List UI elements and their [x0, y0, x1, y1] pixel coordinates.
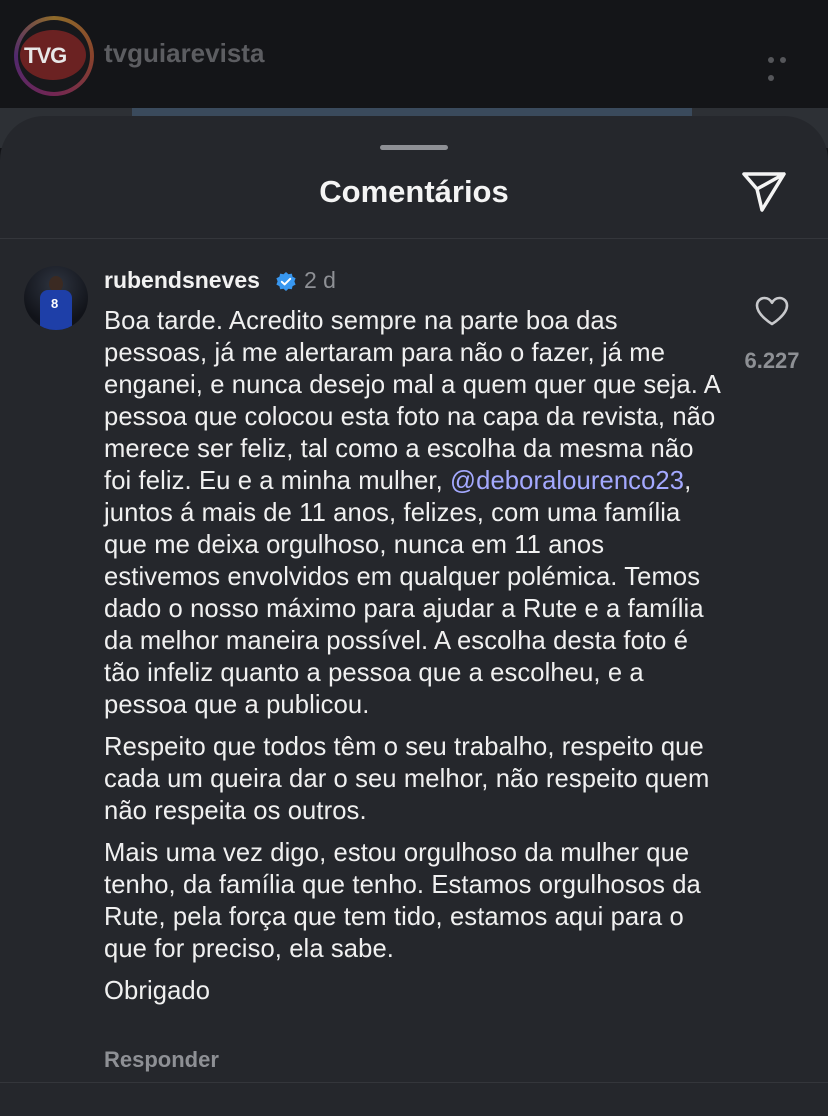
paper-plane-icon[interactable] [740, 170, 788, 214]
comment-paragraph-3: Mais uma vez digo, estou orgulhoso da mu… [104, 839, 701, 963]
verified-badge-icon [275, 271, 297, 293]
commenter-avatar[interactable]: 8 [24, 266, 88, 330]
comments-title: Comentários [319, 174, 509, 209]
header-divider [0, 238, 828, 239]
comment-paragraph-1: Boa tarde. Acredito sempre na parte boa … [104, 305, 720, 721]
more-horizontal-icon[interactable] [768, 50, 800, 81]
logo-text: TVG [24, 43, 67, 68]
like-count: 6.227 [744, 348, 800, 373]
profile-username[interactable]: tvguiarevista [104, 38, 264, 69]
comment-paragraph-2: Respeito que todos têm o seu trabalho, r… [104, 733, 710, 825]
sheet-drag-handle[interactable] [380, 145, 448, 150]
heart-outline-icon[interactable] [754, 295, 790, 327]
reply-button[interactable]: Responder [104, 1047, 219, 1073]
post-image-edge [132, 108, 692, 116]
mention-link[interactable]: @deboralourenco23 [450, 467, 684, 495]
comment-paragraph-4: Obrigado [104, 977, 211, 1005]
profile-avatar-logo[interactable]: TVG [20, 30, 86, 80]
post-header: TVG tvguiarevista [0, 0, 828, 108]
comment-text: Boa tarde. Acredito sempre na parte boa … [104, 305, 720, 1017]
comment-timestamp: 2 d [304, 267, 336, 293]
avatar-jersey-number: 8 [51, 296, 59, 311]
comment-bottom-divider [0, 1082, 828, 1083]
comment-username[interactable]: rubendsneves [104, 267, 260, 294]
comment-paragraph-1-end: , juntos á mais de 11 anos, felizes, com… [104, 467, 704, 719]
